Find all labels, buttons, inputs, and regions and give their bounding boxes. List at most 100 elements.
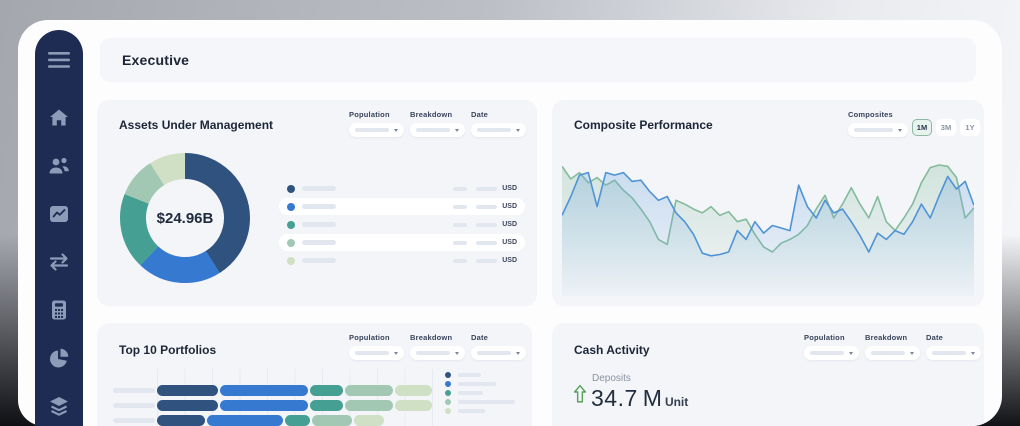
cash-filters: PopulationBreakdownDate: [804, 333, 981, 360]
filter-select-date[interactable]: [471, 123, 526, 137]
clients-icon[interactable]: [47, 154, 71, 178]
legend-value-skeleton: [453, 223, 467, 227]
legend-name-skeleton: [302, 186, 336, 191]
portfolio-bar-row[interactable]: [157, 385, 432, 396]
transactions-icon[interactable]: [47, 250, 71, 274]
range-button-3m[interactable]: 3M: [936, 119, 956, 136]
select-placeholder-skeleton: [871, 351, 905, 355]
filter-select-date[interactable]: [926, 346, 981, 360]
app-window: Executive Assets Under Management Popula…: [18, 20, 1002, 426]
bar-segment-0: [157, 415, 205, 426]
filter-label-date: Date: [471, 110, 526, 119]
chevron-down-icon: [516, 129, 520, 132]
card-assets-under-management: Assets Under Management PopulationBreakd…: [97, 100, 537, 306]
bar-segment-4: [395, 385, 432, 396]
legend-name-skeleton: [302, 240, 336, 245]
select-placeholder-skeleton: [477, 128, 511, 132]
bar-segment-1: [220, 400, 308, 411]
legend-name-skeleton: [458, 382, 496, 386]
filter-select-breakdown[interactable]: [410, 123, 465, 137]
bar-segment-2: [310, 385, 343, 396]
legend-value-skeleton: [476, 205, 497, 209]
sidebar-nav: [35, 30, 83, 426]
filter-label-breakdown: Breakdown: [410, 110, 465, 119]
filter-label-breakdown: Breakdown: [865, 333, 920, 342]
filter-breakdown: Breakdown: [410, 110, 465, 137]
chevron-down-icon: [910, 352, 914, 355]
legend-value-skeleton: [476, 259, 497, 263]
select-placeholder-skeleton: [416, 128, 450, 132]
portfolio-bar-row[interactable]: [157, 415, 384, 426]
menu-icon[interactable]: [47, 48, 71, 72]
top10-legend-row: [445, 388, 515, 397]
filter-select-breakdown[interactable]: [865, 346, 920, 360]
filter-label-population: Population: [349, 110, 404, 119]
select-placeholder-skeleton: [416, 351, 450, 355]
aum-total-value: $24.96B: [115, 148, 255, 288]
page-backdrop: Executive Assets Under Management Popula…: [0, 0, 1020, 426]
aum-legend-row[interactable]: USD: [279, 252, 525, 269]
legend-name-skeleton: [302, 258, 336, 263]
filter-select-population[interactable]: [349, 123, 404, 137]
filter-label-population: Population: [349, 333, 404, 342]
deposits-value-row: 34.7 M Unit: [591, 385, 688, 412]
legend-value-skeleton: [453, 205, 467, 209]
select-placeholder-skeleton: [477, 351, 511, 355]
allocation-pie-icon[interactable]: [47, 346, 71, 370]
filter-select-breakdown[interactable]: [410, 346, 465, 360]
performance-icon[interactable]: [47, 202, 71, 226]
filter-select-population[interactable]: [349, 346, 404, 360]
aum-legend-row[interactable]: USD: [279, 234, 525, 251]
calculator-icon[interactable]: [47, 298, 71, 322]
legend-name-skeleton: [458, 400, 515, 404]
card-composite-performance: Composite Performance Composites 1M3M1Y: [552, 100, 984, 306]
portfolio-bar-row[interactable]: [157, 400, 432, 411]
bar-row-label-skeleton: [113, 418, 155, 423]
home-icon[interactable]: [47, 106, 71, 130]
bar-segment-3: [345, 385, 393, 396]
bar-row-label-skeleton: [113, 403, 155, 408]
chevron-down-icon: [971, 352, 975, 355]
legend-name-skeleton: [302, 222, 336, 227]
composites-select[interactable]: [848, 123, 908, 137]
chevron-down-icon: [898, 129, 902, 132]
legend-value-skeleton: [476, 223, 497, 227]
aum-filters: Population Breakdown Date: [349, 110, 526, 137]
composite-line-chart: [562, 140, 974, 296]
filter-date: Date: [471, 333, 526, 360]
bar-segment-1: [220, 385, 308, 396]
filter-date: Date: [471, 110, 526, 137]
range-button-1y[interactable]: 1Y: [960, 119, 980, 136]
filter-breakdown: Breakdown: [865, 333, 920, 360]
cash-card-title: Cash Activity: [574, 343, 650, 357]
aum-legend-row[interactable]: USD: [279, 198, 525, 215]
chevron-down-icon: [516, 352, 520, 355]
legend-currency-label: USD: [502, 257, 517, 264]
bar-segment-4: [354, 415, 384, 426]
filter-select-date[interactable]: [471, 346, 526, 360]
legend-currency-label: USD: [502, 239, 517, 246]
aum-legend-row[interactable]: USD: [279, 216, 525, 233]
filter-population: Population: [804, 333, 859, 360]
chevron-down-icon: [455, 129, 459, 132]
filter-population: Population: [349, 333, 404, 360]
holdings-layers-icon[interactable]: [47, 394, 71, 418]
chevron-down-icon: [394, 129, 398, 132]
deposits-value: 34.7: [591, 385, 638, 412]
range-button-1m[interactable]: 1M: [912, 119, 932, 136]
legend-dot: [445, 408, 451, 414]
arrow-up-icon: [571, 383, 589, 405]
filter-select-population[interactable]: [804, 346, 859, 360]
bar-segment-2: [310, 400, 343, 411]
legend-value-skeleton: [476, 187, 497, 191]
filter-population: Population: [349, 110, 404, 137]
aum-legend-row[interactable]: USD: [279, 180, 525, 197]
legend-dot: [287, 203, 295, 211]
legend-name-skeleton: [458, 373, 481, 377]
legend-name-skeleton: [458, 409, 485, 413]
card-cash-activity: Cash Activity PopulationBreakdownDate De…: [552, 323, 984, 426]
legend-currency-label: USD: [502, 221, 517, 228]
filter-breakdown: Breakdown: [410, 333, 465, 360]
bar-segment-0: [157, 400, 218, 411]
chevron-down-icon: [394, 352, 398, 355]
